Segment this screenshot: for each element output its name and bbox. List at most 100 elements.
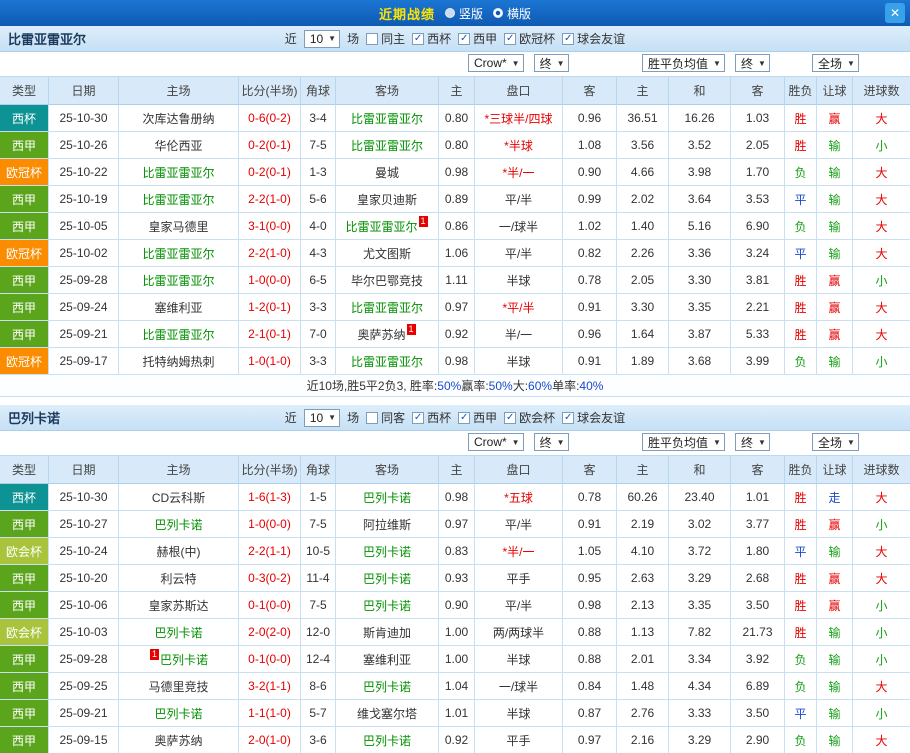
league-checkbox-laliga[interactable]: 西甲: [458, 30, 497, 47]
match-score[interactable]: 0-1(0-0): [239, 592, 301, 619]
away-team[interactable]: 斯肯迪加: [336, 619, 439, 646]
away-team[interactable]: 维戈塞尔塔: [336, 700, 439, 727]
home-team[interactable]: 塞维利亚: [119, 294, 239, 321]
home-team[interactable]: 皇家马德里: [119, 213, 239, 240]
away-team[interactable]: 奥萨苏纳 1: [336, 321, 439, 348]
odds-company-select[interactable]: Crow* ▼: [468, 54, 524, 72]
match-score[interactable]: 1-6(1-3): [239, 484, 301, 511]
home-team[interactable]: 比雷亚雷亚尔: [119, 159, 239, 186]
away-team[interactable]: 巴列卡诺: [336, 592, 439, 619]
euro-final-select[interactable]: 终 ▼: [734, 54, 770, 72]
home-team[interactable]: 托特纳姆热刺: [119, 348, 239, 375]
away-team-name: 维戈塞尔塔: [356, 706, 417, 721]
home-team[interactable]: 利云特: [119, 565, 239, 592]
away-team[interactable]: 尤文图斯: [336, 240, 439, 267]
layout-radio-vertical[interactable]: 竖版: [444, 5, 483, 22]
match-score[interactable]: 0-1(0-0): [239, 646, 301, 673]
match-score[interactable]: 2-2(1-0): [239, 240, 301, 267]
same-venue-checkbox[interactable]: 同主: [366, 30, 405, 47]
away-team[interactable]: 巴列卡诺: [336, 484, 439, 511]
away-team[interactable]: 巴列卡诺: [336, 565, 439, 592]
match-score[interactable]: 2-2(1-1): [239, 538, 301, 565]
away-team-name: 奥萨苏纳: [357, 327, 406, 342]
asian-away-odds: 0.91: [563, 294, 617, 321]
match-score[interactable]: 0-2(0-1): [239, 159, 301, 186]
same-venue-checkbox[interactable]: 同客: [366, 409, 405, 426]
odds-dropdown-row: Crow* ▼ 终 ▼ 胜平负均值 ▼ 终 ▼ 全场 ▼: [0, 52, 910, 77]
home-team[interactable]: 巴列卡诺: [119, 511, 239, 538]
home-team[interactable]: 赫根(中): [119, 538, 239, 565]
away-team[interactable]: 毕尔巴鄂竞技: [336, 267, 439, 294]
away-team[interactable]: 比雷亚雷亚尔: [336, 105, 439, 132]
home-team[interactable]: 比雷亚雷亚尔: [119, 240, 239, 267]
avg-odds-select[interactable]: 胜平负均值 ▼: [642, 433, 725, 451]
away-team[interactable]: 巴列卡诺: [336, 538, 439, 565]
league-checkbox-friendly[interactable]: 球会友谊: [562, 30, 625, 47]
avg-odds-select[interactable]: 胜平负均值 ▼: [642, 54, 725, 72]
match-score[interactable]: 1-1(1-0): [239, 700, 301, 727]
match-score[interactable]: 0-3(0-2): [239, 565, 301, 592]
scope-select[interactable]: 全场 ▼: [812, 433, 859, 451]
home-team[interactable]: 1 巴列卡诺: [119, 646, 239, 673]
home-team[interactable]: 巴列卡诺: [119, 619, 239, 646]
match-score[interactable]: 0-6(0-2): [239, 105, 301, 132]
asian-final-select[interactable]: 终 ▼: [533, 433, 569, 451]
away-team[interactable]: 巴列卡诺: [336, 673, 439, 700]
match-score[interactable]: 0-2(0-1): [239, 132, 301, 159]
away-team[interactable]: 比雷亚雷亚尔 1: [336, 213, 439, 240]
home-team[interactable]: 巴列卡诺: [119, 700, 239, 727]
away-team[interactable]: 巴列卡诺: [336, 727, 439, 753]
home-team[interactable]: 马德里竞技: [119, 673, 239, 700]
match-score[interactable]: 2-1(0-1): [239, 321, 301, 348]
match-score[interactable]: 1-2(0-1): [239, 294, 301, 321]
away-team[interactable]: 比雷亚雷亚尔: [336, 132, 439, 159]
league-checkbox-uecl[interactable]: 欧会杯: [504, 409, 555, 426]
match-count-select[interactable]: 10 ▼: [303, 29, 341, 48]
away-team[interactable]: 皇家贝迪斯: [336, 186, 439, 213]
away-team[interactable]: 阿拉维斯: [336, 511, 439, 538]
match-score[interactable]: 1-0(1-0): [239, 348, 301, 375]
home-team-name: 比雷亚雷亚尔: [142, 192, 215, 207]
league-checkbox-ucl[interactable]: 欧冠杯: [504, 30, 555, 47]
match-score[interactable]: 2-0(1-0): [239, 727, 301, 753]
match-score[interactable]: 1-0(0-0): [239, 511, 301, 538]
home-team-name: 比雷亚雷亚尔: [142, 273, 215, 288]
match-score[interactable]: 3-1(0-0): [239, 213, 301, 240]
home-team[interactable]: 皇家苏斯达: [119, 592, 239, 619]
away-team[interactable]: 比雷亚雷亚尔: [336, 348, 439, 375]
league-checkbox-copa[interactable]: 西杯: [412, 409, 451, 426]
league-checkbox-laliga[interactable]: 西甲: [458, 409, 497, 426]
match-date: 25-10-06: [49, 592, 119, 619]
euro-away-odds: 2.68: [731, 565, 785, 592]
home-team[interactable]: CD云科斯: [119, 484, 239, 511]
home-team[interactable]: 比雷亚雷亚尔: [119, 186, 239, 213]
league-checkbox-copa[interactable]: 西杯: [412, 30, 451, 47]
away-team-name: 塞维利亚: [362, 652, 411, 667]
over-under-result: 小: [853, 646, 910, 673]
asian-away-odds: 0.96: [563, 321, 617, 348]
match-score[interactable]: 1-0(0-0): [239, 267, 301, 294]
away-team-name: 巴列卡诺: [362, 598, 411, 613]
match-score[interactable]: 2-2(1-0): [239, 186, 301, 213]
scope-select[interactable]: 全场 ▼: [812, 54, 859, 72]
layout-radio-horizontal[interactable]: 横版: [493, 5, 531, 22]
away-team[interactable]: 塞维利亚: [336, 646, 439, 673]
home-team[interactable]: 比雷亚雷亚尔: [119, 321, 239, 348]
away-team[interactable]: 比雷亚雷亚尔: [336, 294, 439, 321]
win-draw-lose-result: 负: [785, 646, 817, 673]
match-score[interactable]: 3-2(1-1): [239, 673, 301, 700]
away-team[interactable]: 曼城: [336, 159, 439, 186]
odds-company-select[interactable]: Crow* ▼: [468, 433, 524, 451]
asian-final-select[interactable]: 终 ▼: [533, 54, 569, 72]
chevron-down-icon: ▼: [757, 58, 766, 68]
match-score[interactable]: 2-0(2-0): [239, 619, 301, 646]
match-count-select[interactable]: 10 ▼: [303, 408, 341, 427]
home-team[interactable]: 华伦西亚: [119, 132, 239, 159]
league-checkbox-friendly[interactable]: 球会友谊: [562, 409, 625, 426]
home-team[interactable]: 次库达鲁册纳: [119, 105, 239, 132]
away-team-name: 巴列卡诺: [362, 490, 411, 505]
euro-final-select[interactable]: 终 ▼: [734, 433, 770, 451]
home-team[interactable]: 奥萨苏纳: [119, 727, 239, 753]
home-team[interactable]: 比雷亚雷亚尔: [119, 267, 239, 294]
close-button[interactable]: ✕: [885, 3, 905, 23]
